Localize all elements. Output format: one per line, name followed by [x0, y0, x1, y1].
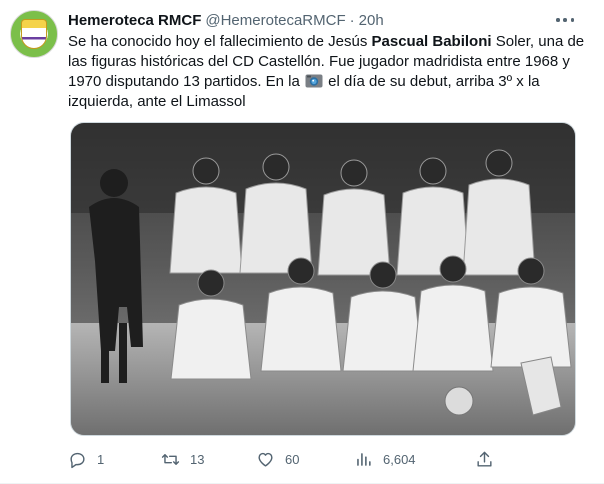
camera-icon — [305, 74, 323, 88]
reply-button[interactable]: 1 — [68, 448, 104, 470]
tweet-header: Hemeroteca RMCF @HemerotecaRMCF · 20h — [68, 10, 588, 30]
tweet[interactable]: Hemeroteca RMCF @HemerotecaRMCF · 20h Se… — [0, 0, 604, 484]
timestamp[interactable]: 20h — [359, 12, 384, 29]
tweet-text-bold: Pascual Babiloni — [371, 33, 492, 50]
reply-icon — [70, 452, 85, 468]
reply-count: 1 — [97, 451, 105, 467]
views-icon — [357, 452, 371, 466]
tweet-text-part1: Se ha conocido hoy el fallecimiento de J… — [68, 33, 372, 50]
retweet-icon — [161, 453, 180, 465]
avatar[interactable] — [10, 10, 58, 58]
retweet-count: 13 — [190, 451, 205, 467]
team-photo-image — [71, 123, 575, 435]
retweet-button[interactable]: 13 — [161, 448, 204, 470]
like-count: 60 — [285, 451, 300, 467]
share-button[interactable] — [475, 448, 494, 470]
views-count: 6,604 — [383, 451, 416, 467]
like-button[interactable]: 60 — [256, 448, 299, 470]
like-icon — [258, 452, 273, 467]
views-button[interactable]: 6,604 — [354, 448, 416, 470]
separator-dot: · — [349, 11, 355, 29]
action-bar: 1 13 60 6,604 — [68, 448, 508, 470]
more-icon[interactable] — [556, 12, 574, 28]
user-handle[interactable]: @HemerotecaRMCF — [205, 12, 345, 29]
display-name[interactable]: Hemeroteca RMCF — [68, 12, 201, 29]
share-icon — [477, 451, 492, 467]
tweet-text: Se ha conocido hoy el fallecimiento de J… — [68, 32, 588, 112]
club-crest-logo — [21, 19, 47, 49]
tweet-photo[interactable] — [70, 122, 576, 436]
